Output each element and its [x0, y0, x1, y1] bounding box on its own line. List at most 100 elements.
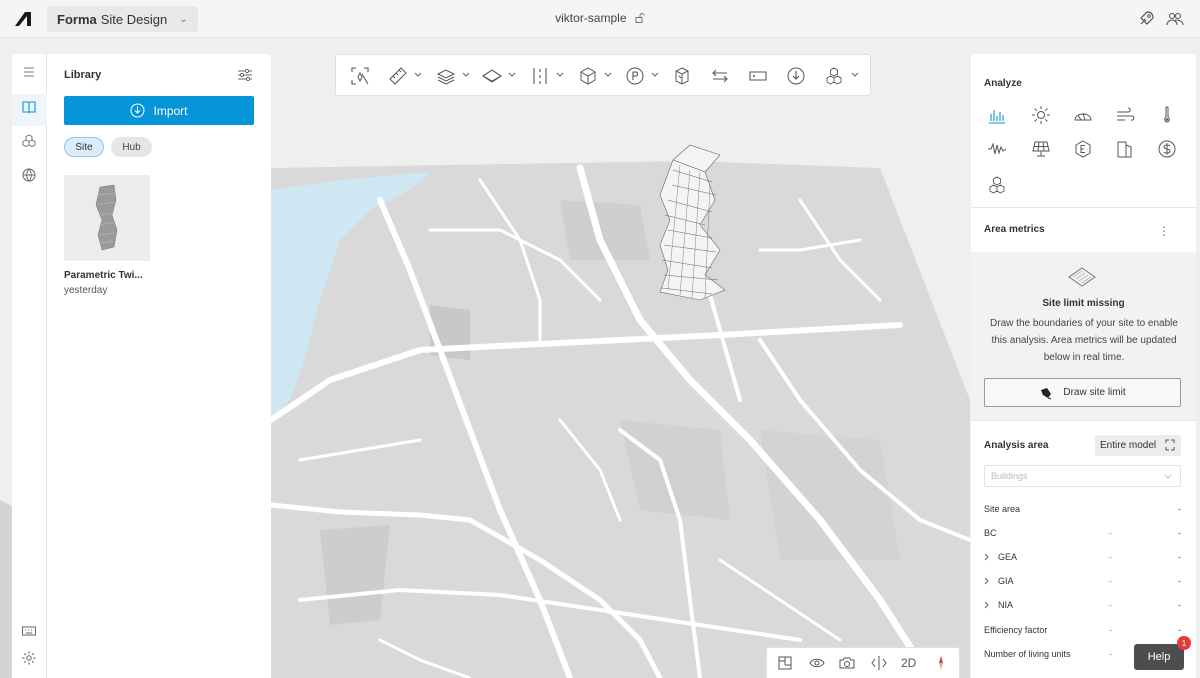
unlock-icon[interactable] — [635, 13, 645, 23]
split-horizontal-icon[interactable] — [710, 66, 730, 86]
product-brand: Forma — [57, 11, 97, 27]
tag-label-icon[interactable] — [748, 66, 768, 86]
parking-icon[interactable] — [625, 66, 645, 86]
embodied-carbon-cubes-icon[interactable] — [987, 175, 1007, 195]
metric-value: - — [1178, 600, 1181, 610]
site-limit-description: Draw the boundaries of your site to enab… — [990, 318, 1178, 363]
tab-hub[interactable]: Hub — [111, 137, 152, 157]
divider — [971, 420, 1196, 421]
rocket-icon[interactable] — [1137, 10, 1155, 28]
download-circle-icon — [130, 103, 145, 118]
view-2d-toggle[interactable]: 2D — [901, 656, 916, 670]
analyze-title: Analyze — [984, 78, 1022, 89]
chevron-right-icon[interactable] — [984, 553, 990, 561]
solar-panel-icon[interactable] — [1031, 139, 1051, 159]
area-metrics-title: Area metrics — [984, 224, 1045, 235]
buildings-placeholder: Buildings — [991, 471, 1028, 481]
chevron-down-icon[interactable] — [604, 72, 612, 78]
camera-icon[interactable] — [839, 655, 855, 671]
chevron-right-icon[interactable] — [984, 601, 990, 609]
metric-row-gea[interactable]: GEA - - — [984, 552, 1181, 566]
compass-icon[interactable] — [933, 655, 949, 671]
metric-value: - — [1178, 552, 1181, 562]
sun-icon[interactable] — [1031, 105, 1051, 125]
tab-site[interactable]: Site — [64, 137, 104, 157]
view-toolbar: 2D — [766, 647, 960, 678]
metric-value-secondary: - — [1109, 552, 1112, 562]
tower-thumbnail-icon — [95, 184, 118, 251]
bar-chart-analysis-icon[interactable] — [987, 105, 1007, 125]
metric-row-gia[interactable]: GIA - - — [984, 576, 1181, 590]
product-switcher[interactable]: Forma Site Design ⌄ — [47, 6, 198, 32]
cost-dollar-icon[interactable] — [1157, 139, 1177, 159]
gear-icon[interactable] — [21, 650, 37, 666]
filter-sliders-icon[interactable] — [237, 68, 253, 82]
more-options-icon[interactable]: ⋮ — [1158, 224, 1170, 238]
site-boundary-icon — [1068, 267, 1096, 287]
metric-label: Number of living units — [984, 649, 1071, 659]
keyboard-icon[interactable] — [21, 623, 37, 639]
library-item-name[interactable]: Parametric Twi... — [64, 270, 143, 281]
thermometer-icon[interactable] — [1157, 105, 1177, 125]
extrude-icon[interactable] — [672, 66, 692, 86]
wind-icon[interactable] — [1115, 105, 1135, 125]
floor-plan-icon[interactable] — [777, 655, 793, 671]
metric-value-secondary: - — [1109, 625, 1112, 635]
top-bar: Forma Site Design ⌄ viktor-sample — [0, 0, 1200, 38]
metric-label: GEA — [998, 552, 1018, 562]
cube-icon[interactable] — [578, 66, 598, 86]
draw-site-limit-label: Draw site limit — [1063, 387, 1126, 398]
left-rail — [12, 54, 47, 678]
import-button[interactable]: Import — [64, 96, 254, 125]
components-cubes-icon[interactable] — [824, 66, 844, 86]
metric-label: GIA — [998, 576, 1014, 586]
noise-wave-icon[interactable] — [987, 139, 1007, 159]
site-limit-title: Site limit missing — [1042, 298, 1125, 309]
metric-row-nia[interactable]: NIA - - — [984, 600, 1181, 614]
chevron-down-icon[interactable] — [414, 72, 422, 78]
collaborators-icon[interactable] — [1166, 10, 1184, 28]
menu-icon[interactable] — [21, 64, 37, 80]
download-circle-icon[interactable] — [786, 66, 806, 86]
library-book-icon[interactable] — [21, 99, 37, 115]
metric-value-secondary: - — [1109, 528, 1112, 538]
road-icon[interactable] — [530, 66, 550, 86]
chevron-down-icon[interactable] — [651, 72, 659, 78]
metric-value-secondary: - — [1109, 600, 1112, 610]
chevron-down-icon[interactable] — [462, 72, 470, 78]
buildings-select[interactable]: Buildings — [984, 465, 1181, 487]
eye-icon[interactable] — [809, 655, 825, 671]
daylight-dome-icon[interactable] — [1073, 105, 1093, 125]
zone-diamond-icon[interactable] — [482, 66, 502, 86]
analysis-area-select[interactable]: Entire model — [1095, 435, 1181, 456]
cubes-icon[interactable] — [21, 133, 37, 149]
analysis-area-label: Analysis area — [984, 440, 1049, 451]
metric-row-site-area: Site area - — [984, 504, 1181, 518]
operational-energy-icon[interactable] — [1115, 139, 1135, 159]
metric-label: BC — [984, 528, 997, 538]
chevron-right-icon[interactable] — [984, 577, 990, 585]
project-name[interactable]: viktor-sample — [555, 11, 626, 25]
analyze-panel: Analyze Area metrics ⋮ Site limit missin… — [971, 54, 1196, 678]
chevron-down-icon[interactable] — [851, 72, 859, 78]
energy-hexagon-icon[interactable] — [1073, 139, 1093, 159]
draw-site-limit-button[interactable]: Draw site limit — [984, 378, 1181, 407]
design-toolbar — [335, 54, 871, 96]
building-layers-icon[interactable] — [436, 66, 456, 86]
metric-row-efficiency-factor: Efficiency factor - - — [984, 625, 1181, 639]
chevron-down-icon[interactable] — [508, 72, 516, 78]
rotate-view-icon[interactable] — [871, 655, 887, 671]
pen-tool-icon — [1041, 387, 1052, 399]
metric-label: Site area — [984, 504, 1021, 514]
library-item-thumbnail[interactable] — [64, 175, 150, 261]
metric-value: - — [1178, 625, 1181, 635]
ai-select-icon[interactable] — [350, 66, 370, 86]
divider — [971, 207, 1196, 208]
chevron-down-icon[interactable] — [556, 72, 564, 78]
help-button[interactable]: Help — [1134, 644, 1184, 670]
autodesk-logo-icon[interactable] — [14, 11, 32, 27]
library-title: Library — [64, 69, 102, 81]
ruler-measure-icon[interactable] — [388, 66, 408, 86]
chevron-down-icon — [1164, 474, 1172, 479]
globe-icon[interactable] — [21, 167, 37, 183]
